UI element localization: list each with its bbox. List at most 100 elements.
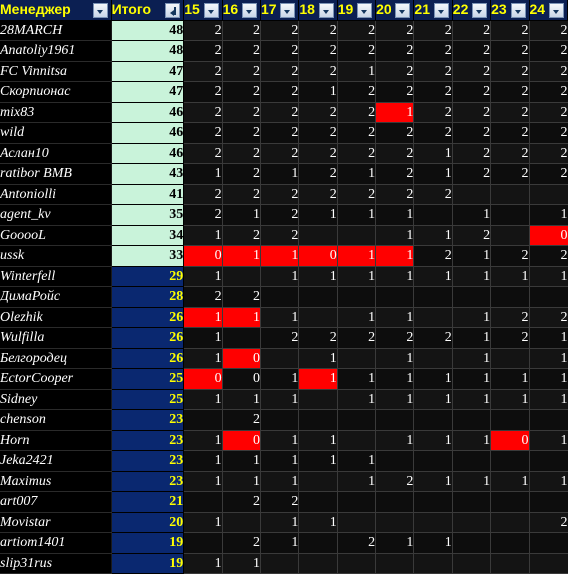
filter-dropdown-round-24[interactable] (549, 3, 564, 18)
column-header-round-22[interactable]: 22 (452, 0, 492, 21)
column-header-total[interactable]: Итого (111, 0, 185, 21)
score-cell: 1 (298, 450, 338, 472)
manager-name-cell: Maximus (0, 471, 112, 492)
column-header-round-19[interactable]: 19 (337, 0, 377, 21)
score-cell (413, 450, 453, 472)
chevron-down-icon (361, 10, 368, 14)
total-cell: 41 (111, 184, 185, 205)
score-cell: 2 (260, 143, 300, 164)
score-cell: 2 (222, 102, 261, 123)
score-cell: 2 (375, 471, 415, 492)
score-cell (222, 266, 261, 287)
filter-dropdown-round-16[interactable] (241, 3, 257, 18)
score-cell: 1 (260, 266, 300, 287)
manager-name-cell: wild (0, 122, 112, 144)
score-cell: 1 (183, 163, 223, 185)
score-cell: 1 (222, 471, 261, 492)
column-header-round-18[interactable]: 18 (298, 0, 338, 21)
score-cell: 1 (222, 450, 261, 472)
score-cell: 2 (222, 491, 261, 513)
manager-name-cell: EctorCooper (0, 368, 112, 390)
score-cell (490, 225, 530, 246)
table-row: ratibor BMB 43 1 2 1 2 1 2 1 2 2 2 (0, 163, 568, 185)
score-cell: 2 (490, 20, 530, 41)
column-header-round-15[interactable]: 15 (183, 0, 223, 21)
filter-dropdown-round-20[interactable] (395, 3, 411, 18)
filter-dropdown-round-15[interactable] (203, 3, 219, 18)
score-cell (413, 204, 453, 226)
score-cell: 1 (337, 204, 377, 226)
total-cell: 43 (111, 163, 185, 185)
total-cell: 48 (111, 40, 185, 62)
standings-table: Менеджер Итого 15 16 17 18 19 20 21 22 2… (0, 0, 568, 574)
score-cell: 2 (375, 184, 415, 205)
score-cell (529, 409, 568, 431)
filter-dropdown-round-21[interactable] (433, 3, 449, 18)
filter-dropdown-round-19[interactable] (357, 3, 373, 18)
column-header-round-17[interactable]: 17 (260, 0, 300, 21)
filter-dropdown-total[interactable] (165, 3, 181, 18)
column-header-round-24[interactable]: 24 (529, 0, 568, 21)
score-cell: 1 (529, 348, 568, 369)
score-cell: 1 (337, 245, 377, 267)
score-cell: 1 (260, 389, 300, 410)
column-header-round-20[interactable]: 20 (375, 0, 415, 21)
score-cell: 2 (490, 143, 530, 164)
chevron-down-icon (399, 10, 406, 14)
score-cell (490, 286, 530, 308)
column-header-round-21[interactable]: 21 (413, 0, 453, 21)
manager-name-cell: GooooL (0, 225, 112, 246)
score-cell: 2 (413, 102, 453, 123)
score-cell (337, 409, 377, 431)
score-cell (260, 348, 300, 369)
score-cell: 1 (529, 204, 568, 226)
filter-dropdown-round-18[interactable] (318, 3, 334, 18)
score-cell: 2 (222, 184, 261, 205)
score-cell: 1 (490, 266, 530, 287)
score-cell: 2 (298, 61, 338, 82)
filter-dropdown-round-22[interactable] (472, 3, 488, 18)
manager-name-cell: Аслан10 (0, 143, 112, 164)
score-cell: 1 (413, 368, 453, 390)
column-header-round-22-label: 22 (452, 1, 469, 17)
score-cell: 0 (183, 368, 223, 390)
sort-descending-icon (170, 7, 177, 16)
score-cell: 2 (337, 143, 377, 164)
score-cell (529, 450, 568, 472)
table-row: Horn 23 1 0 1 1 1 1 1 0 1 (0, 430, 568, 451)
score-cell: 2 (413, 245, 453, 267)
score-cell: 0 (529, 225, 568, 246)
score-cell (337, 430, 377, 451)
table-body: 28MARCH 48 2 2 2 2 2 2 2 2 2 2 Anatoliy1961 48 2 2 2 2 2 2 2… (0, 20, 568, 574)
total-cell: 47 (111, 61, 185, 82)
table-row: Anatoliy1961 48 2 2 2 2 2 2 2 2 2 2 (0, 40, 568, 62)
table-header: Менеджер Итого 15 16 17 18 19 20 21 22 2… (0, 0, 568, 21)
manager-name-cell: Horn (0, 430, 112, 451)
score-cell: 2 (298, 163, 338, 185)
score-cell: 0 (222, 348, 261, 369)
score-cell: 2 (222, 40, 261, 62)
table-row: GooooL 34 1 2 2 1 1 2 0 (0, 225, 568, 246)
filter-dropdown-round-23[interactable] (510, 3, 526, 18)
score-cell: 2 (452, 163, 492, 185)
score-cell: 2 (375, 81, 415, 103)
score-cell: 1 (298, 512, 338, 533)
score-cell: 1 (375, 225, 415, 246)
column-header-round-23[interactable]: 23 (490, 0, 530, 21)
score-cell: 2 (337, 20, 377, 41)
score-cell: 2 (529, 245, 568, 267)
column-header-round-16-label: 16 (222, 1, 239, 17)
score-cell: 2 (222, 225, 261, 246)
score-cell (529, 553, 568, 574)
column-header-round-16[interactable]: 16 (222, 0, 261, 21)
filter-dropdown-round-17[interactable] (280, 3, 296, 18)
score-cell: 2 (413, 122, 453, 144)
filter-dropdown-manager[interactable] (92, 3, 108, 18)
score-cell: 2 (529, 122, 568, 144)
score-cell: 2 (260, 40, 300, 62)
score-cell: 2 (337, 81, 377, 103)
total-cell: 26 (111, 348, 185, 369)
column-header-manager[interactable]: Менеджер (0, 0, 112, 21)
score-cell: 2 (490, 122, 530, 144)
score-cell: 2 (260, 204, 300, 226)
